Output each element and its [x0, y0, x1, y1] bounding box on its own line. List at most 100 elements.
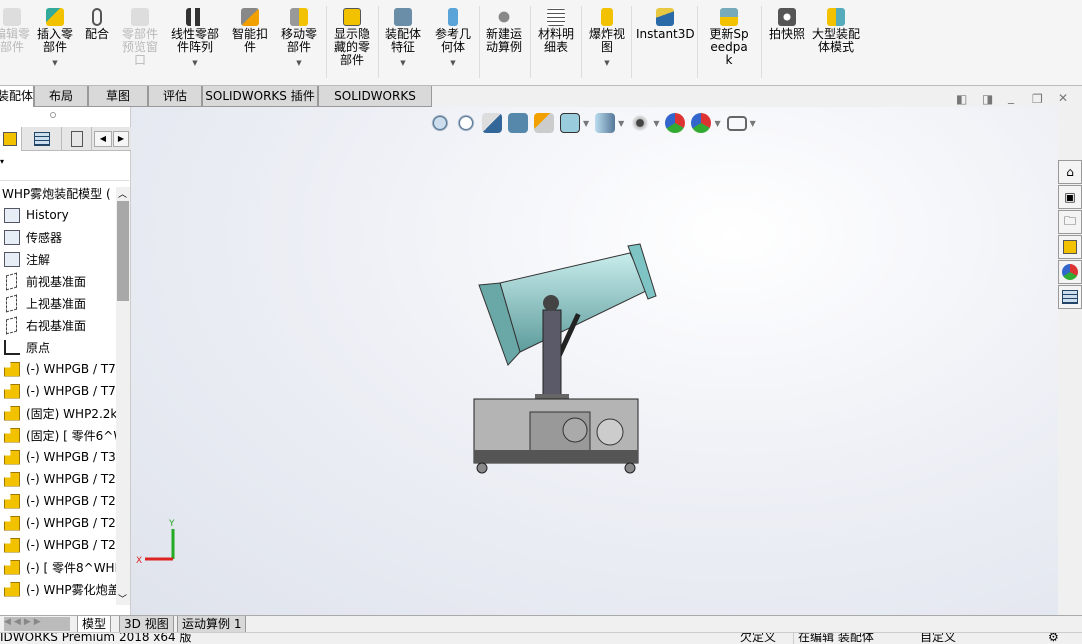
panel-splitter-handle[interactable] [50, 112, 56, 118]
tree-item[interactable]: 右视基准面 [4, 315, 116, 335]
view-orientation-icon[interactable] [560, 113, 580, 133]
display-style-icon[interactable] [595, 113, 616, 133]
rebuild-tag-icon[interactable]: ⚙ [1048, 633, 1059, 644]
part-icon [4, 449, 20, 465]
tab-model[interactable]: 模型 [77, 616, 112, 633]
smart-fasteners-button[interactable]: 智能扣件 [228, 8, 272, 54]
tile-right-icon[interactable]: ◨ [982, 92, 993, 106]
tab-sketch[interactable]: 草图 [88, 86, 148, 107]
tree-item-label: 前视基准面 [26, 274, 87, 289]
tree-item[interactable]: (-) WHPGB / T3 [4, 447, 116, 467]
tab-assembly[interactable]: 装配体 [0, 86, 34, 107]
design-library-icon: ▣ [1064, 190, 1076, 204]
minimize-icon[interactable]: _ [1008, 90, 1014, 104]
tree-item-label: (-) WHPGB / T7 [26, 384, 116, 398]
previous-view-icon[interactable] [482, 113, 502, 133]
appearances-tab[interactable] [1058, 260, 1082, 284]
apply-scene-icon[interactable] [691, 113, 712, 133]
panel-tabs: ◀ ▶ [0, 127, 131, 151]
tab-layout[interactable]: 布局 [34, 86, 88, 107]
tab-scroll-buttons[interactable]: ◀◀▶▶ [4, 617, 70, 631]
divider [697, 6, 698, 78]
tree-item[interactable]: 注解 [4, 249, 116, 269]
tree-item[interactable]: (固定) WHP2.2k [4, 403, 116, 423]
tab-3d-views[interactable]: 3D 视图 [119, 616, 174, 633]
tree-item[interactable]: (-) WHPGB / T7 [4, 359, 116, 379]
tabs-scroll-right[interactable]: ▶ [113, 131, 129, 147]
tab-motion-study-1[interactable]: 运动算例 1 [177, 616, 247, 633]
tab-property-manager[interactable] [22, 127, 62, 151]
assembly-features-button[interactable]: 装配体特征 ▼ [380, 8, 426, 70]
tree-scrollbar[interactable]: ︿ ﹀ [116, 187, 130, 605]
scrollbar-thumb[interactable] [117, 201, 129, 301]
restore-icon[interactable]: ❐ [1032, 92, 1043, 106]
view-palette-tab[interactable] [1058, 235, 1082, 259]
tree-item[interactable]: (-) WHPGB / T7 [4, 381, 116, 401]
tab-evaluate[interactable]: 评估 [148, 86, 202, 107]
tree-item[interactable]: 前视基准面 [4, 271, 116, 291]
tree-item[interactable]: (-) WHPGB / T2 [4, 513, 116, 533]
new-motion-study-button[interactable]: 新建运动算例 [482, 8, 526, 54]
divider [761, 6, 762, 78]
zoom-to-fit-icon[interactable] [430, 113, 450, 133]
pivot [543, 295, 559, 311]
mate-button[interactable]: 配合 [82, 8, 112, 41]
tree-item[interactable]: 传感器 [4, 227, 116, 247]
tree-item[interactable]: (-) WHPGB / T2 [4, 469, 116, 489]
large-assembly-mode-button[interactable]: 大型装配体模式 [812, 8, 860, 54]
filter-dropdown-icon[interactable]: ▾ [0, 157, 4, 166]
instant3d-button[interactable]: Instant3D [636, 8, 695, 41]
tree-item[interactable]: (-) WHPGB / T2 [4, 491, 116, 511]
tree-item[interactable]: (-) [ 零件8^WHI [4, 557, 116, 577]
fog-cannon-model[interactable] [473, 243, 657, 474]
tab-configuration-manager[interactable] [62, 127, 92, 151]
tree-item-label: (-) WHPGB / T2 [26, 494, 116, 508]
reference-geometry-button[interactable]: 参考几何体 ▼ [430, 8, 476, 70]
exploded-view-button[interactable]: 爆炸视图 ▼ [584, 8, 630, 70]
bill-of-materials-button[interactable]: 材料明细表 [534, 8, 578, 54]
scroll-down-icon[interactable]: ﹀ [118, 592, 127, 605]
linear-pattern-button[interactable]: 线性零部件阵列 ▼ [166, 8, 224, 70]
tree-root-assembly[interactable]: WHP雾炮装配模型 ( [2, 183, 126, 203]
tree-item[interactable]: (-) WHPGB / T2 [4, 535, 116, 555]
edit-component-button[interactable]: 编辑零部件 [0, 8, 32, 54]
tree-item[interactable]: 上视基准面 [4, 293, 116, 313]
tree-item[interactable]: (固定) [ 零件6^W [4, 425, 116, 445]
update-speedpak-button[interactable]: 更新Speedpak [700, 8, 758, 67]
tree-item-label: (-) WHPGB / T2 [26, 516, 116, 530]
tree-item[interactable]: History [4, 205, 116, 225]
zoom-to-area-icon[interactable] [456, 113, 476, 133]
section-view-icon[interactable] [508, 113, 528, 133]
show-hidden-components-button[interactable]: 显示隐藏的零部件 [330, 8, 374, 67]
unit-system[interactable]: 自定义 [920, 633, 956, 644]
tree-item[interactable]: 原点 [4, 337, 116, 357]
component-preview-button[interactable]: 零部件预览窗口 [118, 8, 162, 67]
insert-components-button[interactable]: 插入零部件 ▼ [34, 8, 76, 70]
move-component-button[interactable]: 移动零部件 ▼ [277, 8, 321, 70]
design-library-tab[interactable]: ▣ [1058, 185, 1082, 209]
part-icon [4, 493, 20, 509]
tab-feature-manager[interactable] [0, 127, 22, 151]
tree-item[interactable]: (-) WHP雾化炮盖 [4, 579, 116, 599]
home-tab[interactable]: ⌂ [1058, 160, 1082, 184]
custom-properties-tab[interactable] [1058, 285, 1082, 309]
tab-solidworks-addins[interactable]: SOLIDWORKS 插件 [202, 86, 318, 107]
tile-left-icon[interactable]: ◧ [956, 92, 967, 106]
tab-solidworks-mbd[interactable]: SOLIDWORKS MBD [318, 86, 432, 123]
view-settings-icon[interactable] [726, 115, 747, 131]
caster-wheel [624, 462, 636, 474]
close-icon[interactable]: ✕ [1058, 91, 1068, 105]
take-snapshot-button[interactable]: 拍快照 [764, 8, 810, 41]
scroll-up-icon[interactable]: ︿ [118, 187, 127, 200]
filter-row[interactable]: ▾ [0, 153, 129, 181]
tabs-scroll-left[interactable]: ◀ [94, 131, 112, 147]
part-icon [4, 581, 20, 597]
graphics-viewport[interactable]: Y X [131, 107, 1058, 615]
edit-component-icon [3, 8, 21, 26]
hide-show-items-icon[interactable] [630, 113, 651, 133]
dynamic-annotation-icon[interactable] [534, 113, 554, 133]
part-icon [4, 427, 20, 443]
tree-item-label: (-) WHP雾化炮盖 [26, 582, 116, 597]
file-explorer-tab[interactable]: 🗀 [1058, 210, 1082, 234]
edit-appearance-icon[interactable] [665, 113, 686, 133]
